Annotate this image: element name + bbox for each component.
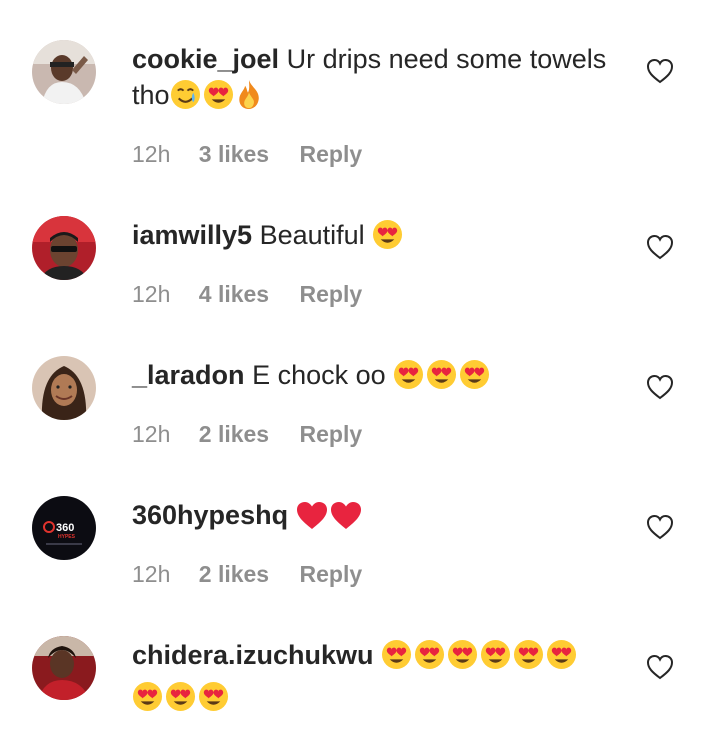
heart-eyes-emoji [382, 639, 412, 670]
reply-button[interactable]: Reply [300, 281, 363, 308]
comment-body: 360hypeshq [132, 497, 622, 539]
comment-likes[interactable]: 3 likes [199, 141, 269, 168]
comment-username[interactable]: cookie_joel [132, 44, 279, 74]
comment-username[interactable]: 360hypeshq [132, 500, 288, 530]
avatar[interactable] [32, 356, 96, 420]
heart-eyes-emoji [481, 639, 511, 670]
comment-meta: 12h 3 likes Reply [132, 141, 362, 168]
comment-likes[interactable]: 4 likes [199, 281, 269, 308]
heart-eyes-emoji [132, 681, 163, 712]
tear-smile-emoji [170, 79, 200, 110]
comment-likes[interactable]: 2 likes [199, 561, 269, 588]
comment-text: Beautiful [259, 220, 365, 250]
comment-username[interactable]: chidera.izuchukwu [132, 640, 374, 670]
comment-time: 12h [132, 561, 171, 587]
comment-time: 12h [132, 141, 171, 167]
like-heart-icon[interactable] [646, 374, 674, 400]
heart-eyes-emoji [394, 359, 424, 390]
logo-subtext: HYPES [58, 534, 76, 540]
heart-eyes-emoji [514, 639, 544, 670]
emoji-run [393, 359, 492, 399]
heart-eyes-emoji [165, 681, 196, 712]
heart-eyes-emoji [448, 639, 478, 670]
heart-eyes-emoji [373, 219, 403, 250]
avatar[interactable] [32, 636, 96, 700]
heart-eyes-emoji [198, 681, 229, 712]
reply-button[interactable]: Reply [300, 421, 363, 448]
fire-emoji [238, 79, 259, 110]
comment-meta: 12h 2 likes Reply [132, 421, 362, 448]
comment-body: chidera.izuchukwu [132, 637, 622, 721]
comment-body: cookie_joel Ur drips need some towels th… [132, 41, 622, 119]
avatar[interactable]: 360 HYPES [32, 496, 96, 560]
emoji-run [132, 681, 231, 721]
like-heart-icon[interactable] [646, 654, 674, 680]
heart-eyes-emoji [203, 79, 233, 110]
comment-body: _laradon E chock oo [132, 357, 622, 399]
comment-time: 12h [132, 421, 171, 447]
reply-button[interactable]: Reply [300, 561, 363, 588]
emoji-run [381, 639, 579, 679]
red-heart-emoji [330, 502, 361, 529]
heart-eyes-emoji [547, 639, 577, 670]
emoji-run [170, 79, 264, 119]
like-heart-icon[interactable] [646, 58, 674, 84]
heart-eyes-emoji [460, 359, 490, 390]
like-heart-icon[interactable] [646, 234, 674, 260]
avatar[interactable] [32, 40, 96, 104]
comment-text: E chock oo [252, 360, 386, 390]
like-heart-icon[interactable] [646, 514, 674, 540]
comment-meta: 12h 4 likes Reply [132, 281, 362, 308]
comment-username[interactable]: iamwilly5 [132, 220, 252, 250]
comment-time: 12h [132, 281, 171, 307]
red-heart-emoji [296, 502, 327, 529]
reply-button[interactable]: Reply [300, 141, 363, 168]
heart-eyes-emoji [415, 639, 445, 670]
comment-meta: 12h 2 likes Reply [132, 561, 362, 588]
emoji-run [372, 219, 405, 259]
comment-username[interactable]: _laradon [132, 360, 245, 390]
comment-body: iamwilly5 Beautiful [132, 217, 622, 259]
emoji-run [296, 501, 364, 539]
comment-likes[interactable]: 2 likes [199, 421, 269, 448]
avatar[interactable] [32, 216, 96, 280]
heart-eyes-emoji [427, 359, 457, 390]
logo-text: 360 [56, 522, 74, 534]
